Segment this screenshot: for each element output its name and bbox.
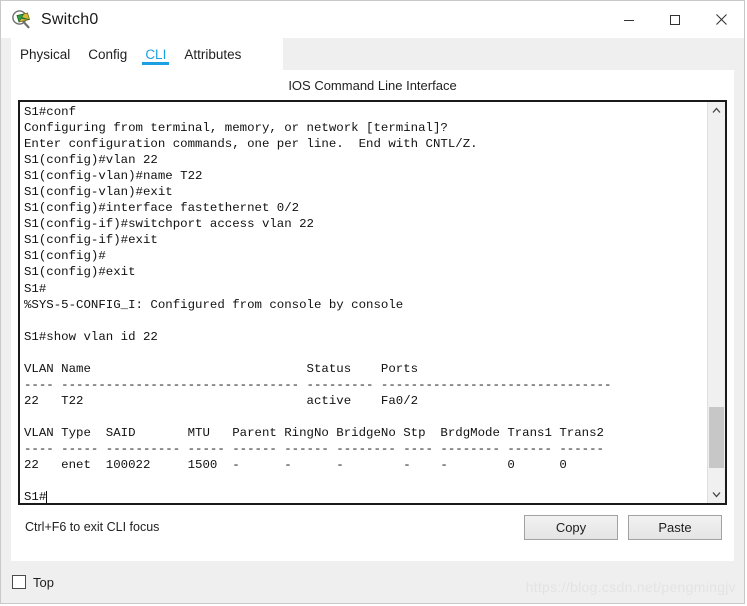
tab-cli-label: CLI [145, 46, 167, 62]
tab-strip-container: Physical Config CLI Attributes [1, 38, 744, 70]
paste-button[interactable]: Paste [628, 515, 722, 540]
cli-panel: IOS Command Line Interface S1#conf Confi… [11, 70, 734, 561]
scroll-down-button[interactable] [708, 486, 725, 503]
scrollbar-thumb[interactable] [709, 407, 724, 468]
scrollbar-track[interactable] [708, 119, 725, 486]
panel-heading: IOS Command Line Interface [288, 78, 457, 93]
window-title: Switch0 [41, 10, 99, 28]
tab-physical-label: Physical [20, 46, 71, 62]
packet-tracer-device-icon [11, 9, 33, 31]
top-checkbox-label: Top [33, 574, 54, 590]
close-button[interactable] [698, 1, 744, 38]
terminal-text: S1#conf Configuring from terminal, memor… [24, 105, 612, 503]
minimize-button[interactable] [606, 1, 652, 38]
copy-button[interactable]: Copy [524, 515, 618, 540]
terminal-output-area[interactable]: S1#conf Configuring from terminal, memor… [20, 102, 707, 504]
tab-strip: Physical Config CLI Attributes [11, 38, 283, 70]
cli-focus-hint: Ctrl+F6 to exit CLI focus [25, 520, 160, 534]
terminal-container: S1#conf Configuring from terminal, memor… [18, 100, 727, 505]
title-bar: Switch0 [1, 1, 744, 38]
text-cursor [46, 491, 48, 504]
tab-attributes[interactable]: Attributes [175, 38, 250, 70]
tab-physical[interactable]: Physical [11, 38, 79, 70]
window-controls [606, 1, 744, 38]
switch-cli-window: Switch0 Physical Config CLI Attributes I… [0, 0, 745, 604]
top-checkbox[interactable] [12, 575, 26, 589]
cli-footer: Ctrl+F6 to exit CLI focus Copy Paste [11, 505, 734, 561]
bottom-bar: Top https://blog.csdn.net/pengmingjv [1, 561, 744, 603]
tab-config[interactable]: Config [79, 38, 136, 70]
tab-attributes-label: Attributes [184, 46, 242, 62]
maximize-button[interactable] [652, 1, 698, 38]
tab-config-label: Config [88, 46, 128, 62]
watermark-text: https://blog.csdn.net/pengmingjv [525, 579, 736, 595]
scroll-up-button[interactable] [708, 102, 725, 119]
terminal-scrollbar[interactable] [707, 102, 725, 503]
tab-cli[interactable]: CLI [136, 38, 175, 70]
